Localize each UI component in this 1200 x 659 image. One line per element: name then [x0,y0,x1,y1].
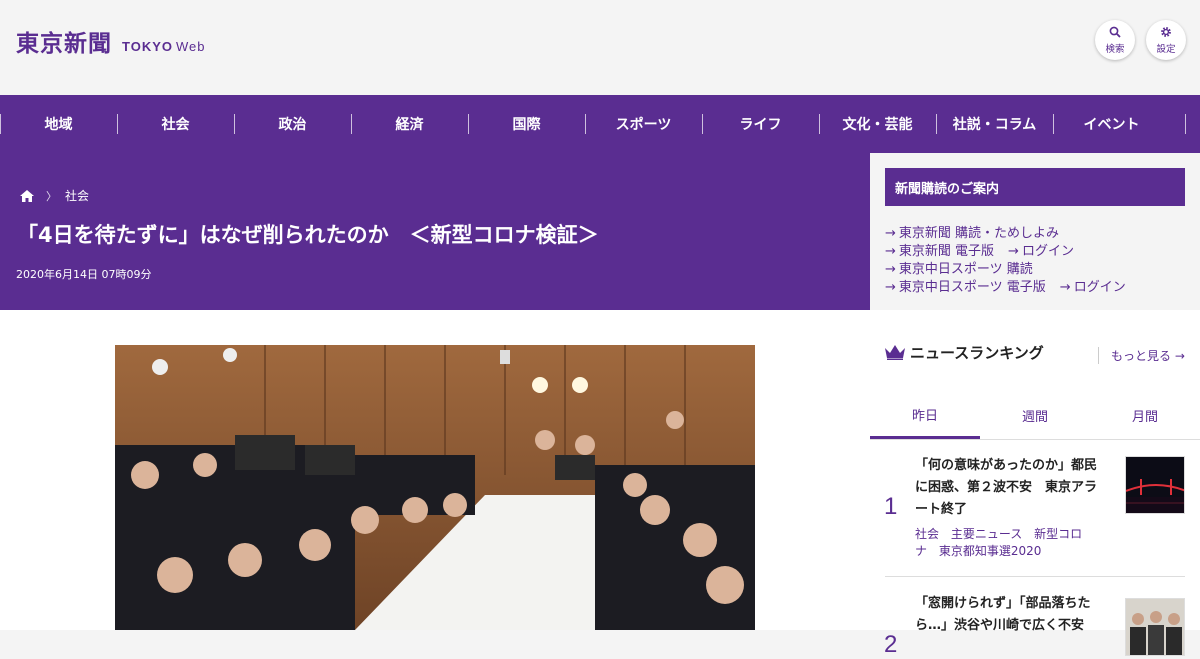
ranking-title: ニュースランキング [910,344,1044,362]
link-text: 東京中日スポーツ 購読 [898,262,1033,277]
arrow-right-icon: → [885,280,896,295]
ranking-header: ニュースランキング [885,342,1044,363]
tokyo-shimbun-login-link[interactable]: → ログイン [1008,243,1074,261]
ranking-headline[interactable]: 「何の意味があったのか」都民に困惑、第２波不安 東京アラート終了 [915,455,1097,521]
arrow-right-icon: → [1174,349,1185,363]
divider [885,576,1185,577]
meeting-image [1126,599,1184,655]
chunichi-sports-login-link[interactable]: → ログイン [1060,279,1126,297]
article-header: 〉 社会 「4日を待たずに」はなぜ削られたのか ＜新型コロナ検証＞ 2020年6… [0,153,870,310]
tag-link[interactable]: 主要ニュース [951,527,1022,541]
tab-monthly[interactable]: 月間 [1090,392,1200,439]
search-button[interactable]: 検索 [1095,20,1135,60]
article-date: 2020年6月14日 07時09分 [16,268,152,281]
nav-item-region[interactable]: 地域 [0,95,117,153]
article-body [0,310,870,630]
arrow-right-icon: → [885,262,896,277]
arrow-right-icon: → [1059,280,1071,295]
tokyo-shimbun-digital-link[interactable]: → 東京新聞 電子版 [885,243,994,261]
link-row: → 東京新聞 購読・ためしよみ [885,225,1140,243]
nav-divider [1185,114,1186,134]
press-conference-image [115,345,755,630]
chunichi-sports-subscribe-link[interactable]: → 東京中日スポーツ 購読 [885,261,1033,279]
arrow-right-icon: → [885,226,896,241]
breadcrumb-category[interactable]: 社会 [65,187,89,204]
tokyo-shimbun-subscribe-link[interactable]: → 東京新聞 購読・ためしよみ [885,225,1059,243]
rank-number: 1 [884,493,898,520]
site-logo[interactable]: 東京新聞 TOKYO Web [16,24,206,58]
nav-item-editorial[interactable]: 社説・コラム [936,95,1053,153]
ranking-headline[interactable]: 「窓開けられず」「部品落ちたら…」渋谷や川崎で広く不安 [915,593,1097,637]
nav-item-sports[interactable]: スポーツ [585,95,702,153]
tag-link[interactable]: 東京都知事選2020 [939,544,1042,558]
link-text: 東京中日スポーツ 電子版 [898,280,1046,295]
link-text: 東京新聞 電子版 [898,244,995,259]
link-text: 東京新聞 購読・ためしよみ [898,226,1060,241]
link-row: → 東京新聞 電子版 → ログイン [885,243,1140,261]
site-header: 東京新聞 TOKYO Web 検索 設定 [0,0,1200,95]
logo-web-text: Web [176,39,206,54]
link-text: ログイン [1021,244,1074,259]
search-icon [1109,26,1121,38]
settings-button[interactable]: 設定 [1146,20,1186,60]
tag-link[interactable]: 社会 [915,527,939,541]
settings-label: 設定 [1156,43,1176,55]
nav-item-international[interactable]: 国際 [468,95,585,153]
link-text: ログイン [1073,280,1126,295]
breadcrumb: 〉 社会 [20,187,89,204]
news-ranking: ニュースランキング もっと見る → 昨日 週間 月間 1 「何の意味があったのか… [870,310,1200,658]
nav-item-politics[interactable]: 政治 [234,95,351,153]
ranking-tags: 社会 主要ニュース 新型コロナ 東京都知事選2020 [915,526,1097,560]
logo-tokyo-text: TOKYO [122,39,173,54]
home-icon[interactable] [20,189,34,202]
ranking-tabs: 昨日 週間 月間 [870,392,1200,440]
nav-item-society[interactable]: 社会 [117,95,234,153]
night-bridge-image [1126,457,1184,513]
logo-english: TOKYO Web [122,39,206,54]
tab-yesterday[interactable]: 昨日 [870,392,980,439]
gear-icon [1161,26,1171,37]
logo-japanese: 東京新聞 [16,30,112,57]
tab-weekly[interactable]: 週間 [980,392,1090,439]
link-row: → 東京中日スポーツ 電子版 → ログイン [885,279,1140,297]
ranking-thumbnail[interactable] [1125,456,1185,514]
search-label: 検索 [1105,43,1125,55]
subscription-links: → 東京新聞 購読・ためしよみ → 東京新聞 電子版 → ログイン → 東京中日スポーツ… [885,225,1140,297]
article-photo[interactable] [115,345,755,630]
crown-icon [885,345,905,360]
rank-number: 2 [884,631,898,658]
more-link[interactable]: もっと見る → [1098,347,1185,364]
nav-item-life[interactable]: ライフ [702,95,819,153]
main-nav: 地域 社会 政治 経済 国際 スポーツ ライフ 文化・芸能 社説・コラム イベン… [0,95,1200,153]
chunichi-sports-digital-link[interactable]: → 東京中日スポーツ 電子版 [885,279,1046,297]
article-title: 「4日を待たずに」はなぜ削られたのか ＜新型コロナ検証＞ [17,223,599,247]
ranking-thumbnail[interactable] [1125,598,1185,656]
chevron-right-icon: 〉 [46,189,57,203]
subscription-heading: 新聞購読のご案内 [885,168,1185,206]
arrow-right-icon: → [885,244,896,259]
arrow-right-icon: → [1008,244,1019,259]
nav-item-culture[interactable]: 文化・芸能 [819,95,936,153]
nav-item-events[interactable]: イベント [1053,95,1170,153]
link-row: → 東京中日スポーツ 購読 [885,261,1140,279]
more-text: もっと見る [1111,349,1172,363]
nav-item-economy[interactable]: 経済 [351,95,468,153]
